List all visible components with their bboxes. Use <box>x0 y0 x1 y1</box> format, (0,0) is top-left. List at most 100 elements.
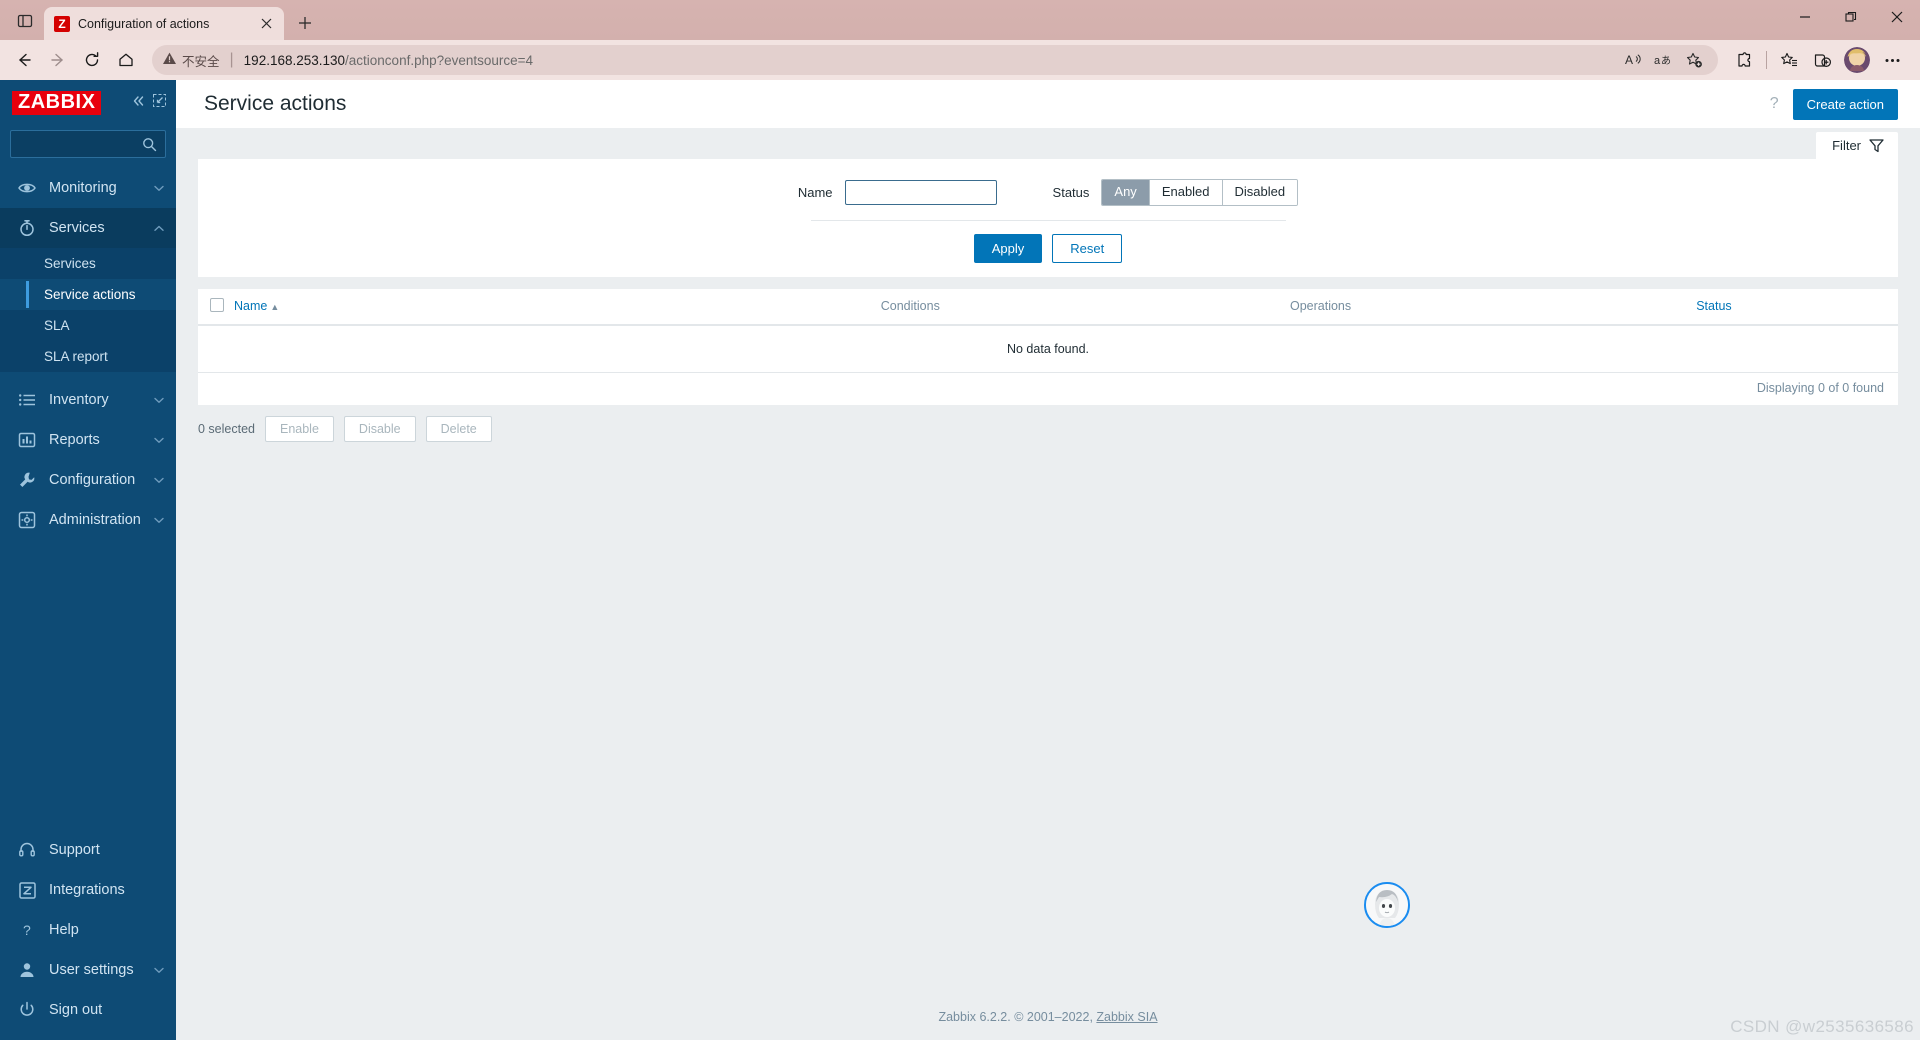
status-option-any[interactable]: Any <box>1102 180 1150 205</box>
extensions-icon[interactable] <box>1728 44 1760 76</box>
add-favorite-icon[interactable] <box>1680 47 1708 73</box>
displaying-count: Displaying 0 of 0 found <box>1756 380 1884 395</box>
sidebar-item-user-settings[interactable]: User settings <box>0 950 176 990</box>
home-icon[interactable] <box>110 44 142 76</box>
collapse-sidebar-icon[interactable] <box>131 94 145 113</box>
profile-avatar[interactable] <box>1844 47 1870 73</box>
translate-icon[interactable]: aあ <box>1650 47 1678 73</box>
sidebar-item-support[interactable]: Support <box>0 830 176 870</box>
sort-by-name-link[interactable]: Name <box>234 299 267 313</box>
close-window-icon[interactable] <box>1874 0 1920 34</box>
list-icon <box>18 391 36 409</box>
url-path: /actionconf.php?eventsource=4 <box>345 52 534 68</box>
new-tab-button[interactable] <box>290 8 320 38</box>
user-icon <box>18 961 36 979</box>
question-mark-icon: ? <box>18 921 36 939</box>
sidebar-subitem-sla-report[interactable]: SLA report <box>0 341 176 372</box>
zabbix-sia-link[interactable]: Zabbix SIA <box>1096 1010 1157 1024</box>
table-empty-row: No data found. <box>198 324 1898 373</box>
sidebar-item-sign-out[interactable]: Sign out <box>0 990 176 1030</box>
power-icon <box>18 1001 36 1019</box>
sidebar-item-administration[interactable]: Administration <box>0 500 176 540</box>
filter-fields-row: Name Status Any Enabled Disabled <box>198 179 1898 206</box>
sort-by-status-link[interactable]: Status <box>1696 299 1731 313</box>
reload-icon[interactable] <box>76 44 108 76</box>
browser-tab[interactable]: Z Configuration of actions <box>44 7 284 40</box>
chat-avatar-widget[interactable] <box>1364 882 1410 928</box>
read-aloud-icon[interactable]: A <box>1620 47 1648 73</box>
toolbar-divider <box>1766 51 1767 69</box>
security-warning-text: 不安全 <box>182 54 220 69</box>
chevron-down-icon <box>154 397 164 404</box>
window-controls <box>1782 0 1920 34</box>
reset-button[interactable]: Reset <box>1052 233 1123 263</box>
security-warning[interactable]: 不安全 <box>162 51 220 70</box>
back-arrow-icon[interactable] <box>8 44 40 76</box>
maximize-restore-icon[interactable] <box>1828 0 1874 34</box>
selected-count: 0 selected <box>198 421 255 436</box>
actions-table-container: Name ▲ Conditions Operations Status No da… <box>198 288 1898 405</box>
svg-text:a: a <box>1654 55 1661 67</box>
search-icon[interactable] <box>142 137 157 152</box>
hide-sidebar-icon[interactable] <box>153 94 166 112</box>
wrench-icon <box>18 471 36 489</box>
help-icon[interactable]: ? <box>1770 95 1779 113</box>
disable-button[interactable]: Disable <box>343 415 416 442</box>
address-bar[interactable]: 不安全 | 192.168.253.130/actionconf.php?eve… <box>152 45 1718 75</box>
chevron-down-icon <box>154 517 164 524</box>
browser-essentials-icon[interactable] <box>1806 44 1838 76</box>
minimize-icon[interactable] <box>1782 0 1828 34</box>
table-header-row: Name ▲ Conditions Operations Status <box>198 288 1898 326</box>
sidebar-item-monitoring[interactable]: Monitoring <box>0 168 176 208</box>
select-all-checkbox[interactable] <box>210 297 224 312</box>
close-icon[interactable] <box>256 14 276 34</box>
zabbix-app: ZABBIX Monitoring Services Services Serv… <box>0 80 1920 1040</box>
sidebar-item-label: Sign out <box>49 1002 103 1018</box>
sidebar-item-services[interactable]: Services <box>0 208 176 248</box>
status-radio-group: Any Enabled Disabled <box>1101 179 1299 206</box>
settings-more-icon[interactable] <box>1876 44 1908 76</box>
collections-icon[interactable] <box>1773 44 1805 76</box>
filter-name-input[interactable] <box>844 179 997 205</box>
enable-button[interactable]: Enable <box>264 415 334 442</box>
sidebar-item-label: Support <box>49 842 100 858</box>
forward-arrow-icon[interactable] <box>42 44 74 76</box>
column-header-name: Name ▲ <box>224 288 710 326</box>
sidebar-item-label: Services <box>49 220 105 236</box>
sort-caret-icon: ▲ <box>270 302 280 313</box>
browser-navbar: 不安全 | 192.168.253.130/actionconf.php?eve… <box>0 40 1920 80</box>
sidebar-subitem-service-actions[interactable]: Service actions <box>0 279 176 310</box>
search-box[interactable] <box>10 130 166 158</box>
sidebar-header-icons <box>131 94 166 113</box>
delete-button[interactable]: Delete <box>425 415 492 442</box>
main-content: Service actions ? Create action Filter N… <box>176 80 1920 1040</box>
sidebar-subitem-services[interactable]: Services <box>0 248 176 279</box>
zabbix-logo[interactable]: ZABBIX <box>12 91 102 115</box>
svg-text:?: ? <box>23 922 31 938</box>
sidebar-item-configuration[interactable]: Configuration <box>0 460 176 500</box>
search-input[interactable] <box>19 136 142 152</box>
sidebar-item-reports[interactable]: Reports <box>0 420 176 460</box>
url-host: 192.168.253.130 <box>243 52 346 68</box>
tab-filter[interactable]: Filter <box>1816 132 1898 159</box>
status-option-disabled[interactable]: Disabled <box>1222 180 1298 205</box>
sidebar-item-help[interactable]: ? Help <box>0 910 176 950</box>
sidebar-bottom-nav: Support Integrations ? Help User setting… <box>0 830 176 1040</box>
sidebar-item-inventory[interactable]: Inventory <box>0 380 176 420</box>
svg-text:A: A <box>1625 53 1633 67</box>
filter-tabs: Filter <box>176 128 1920 159</box>
apply-button[interactable]: Apply <box>973 233 1043 263</box>
sidebar-item-label: Help <box>49 922 79 938</box>
sidebar-subitem-sla[interactable]: SLA <box>0 310 176 341</box>
chevron-up-icon <box>154 225 164 232</box>
table-body: No data found. <box>198 324 1898 373</box>
column-header-status: Status <box>1529 288 1898 326</box>
sidebar-item-integrations[interactable]: Integrations <box>0 870 176 910</box>
browser-toolbar-right <box>1728 44 1912 76</box>
sidebar-item-label: Configuration <box>49 472 136 488</box>
page-header: Service actions ? Create action <box>176 80 1920 128</box>
zabbix-favicon: Z <box>54 15 70 32</box>
create-action-button[interactable]: Create action <box>1792 88 1898 120</box>
status-option-enabled[interactable]: Enabled <box>1149 180 1223 205</box>
tab-actions-icon[interactable] <box>6 2 44 40</box>
